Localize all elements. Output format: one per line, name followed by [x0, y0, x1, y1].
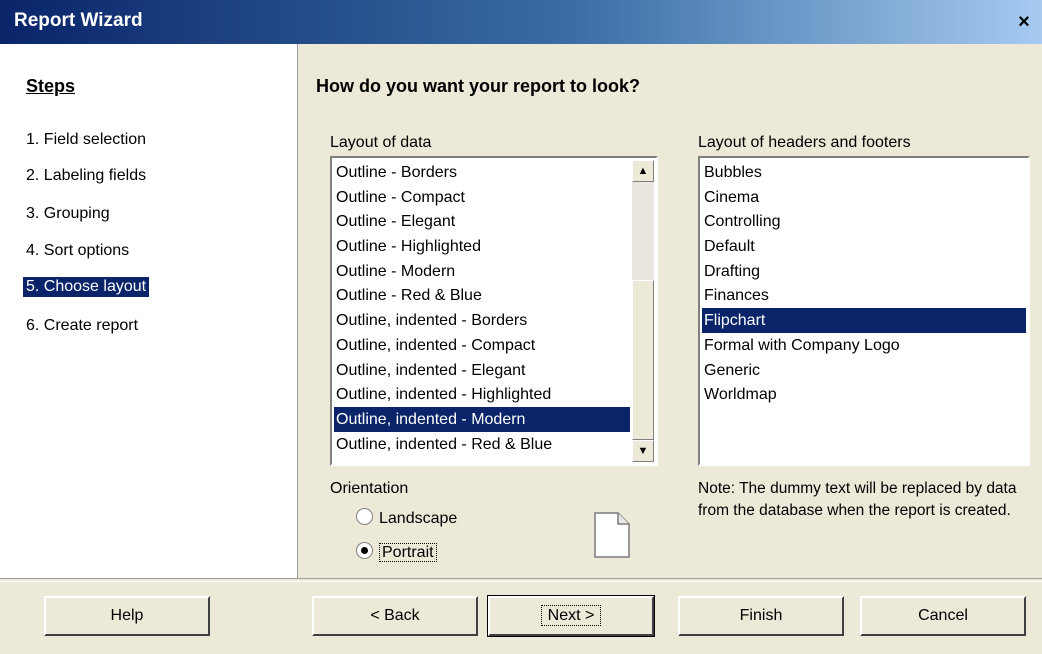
layout-data-label: Layout of data — [330, 134, 432, 151]
list-item[interactable]: Outline, indented - Elegant — [334, 358, 630, 383]
step-choose-layout[interactable]: 5. Choose layout — [23, 277, 150, 297]
list-item[interactable]: Formal with Company Logo — [702, 333, 1026, 358]
step-create-report[interactable]: 6. Create report — [23, 316, 141, 336]
layout-headers-label: Layout of headers and footers — [698, 134, 911, 151]
radio-button-checked[interactable] — [356, 542, 373, 559]
list-item[interactable]: Worldmap — [702, 382, 1026, 407]
list-item[interactable]: Finances — [702, 283, 1026, 308]
title-bar: Report Wizard × — [0, 0, 1042, 44]
next-button[interactable]: Next > — [487, 595, 655, 637]
vertical-scrollbar[interactable]: ▲ ▼ — [632, 160, 654, 462]
cancel-button[interactable]: Cancel — [860, 596, 1026, 636]
scroll-down-icon[interactable]: ▼ — [632, 440, 654, 462]
radio-button[interactable] — [356, 508, 373, 525]
cancel-button-label: Cancel — [918, 607, 968, 624]
list-item[interactable]: Drafting — [702, 259, 1026, 284]
next-button-label: Next > — [540, 605, 602, 626]
back-button[interactable]: < Back — [312, 596, 478, 636]
portrait-label: Portrait — [379, 543, 437, 562]
list-item[interactable]: Outline - Highlighted — [334, 234, 630, 259]
list-item-selected[interactable]: Flipchart — [702, 308, 1026, 333]
list-item[interactable]: Generic — [702, 358, 1026, 383]
note-text: Note: The dummy text will be replaced by… — [698, 480, 1017, 519]
close-icon[interactable]: × — [1014, 12, 1034, 32]
landscape-label: Landscape — [379, 510, 458, 527]
finish-button[interactable]: Finish — [678, 596, 844, 636]
list-item[interactable]: Outline, indented - Highlighted — [334, 382, 630, 407]
list-item[interactable]: Outline, indented - Compact — [334, 333, 630, 358]
list-item[interactable]: Outline, indented - Red & Blue — [334, 432, 630, 457]
finish-button-label: Finish — [739, 607, 783, 624]
portrait-page-icon — [594, 512, 630, 558]
portrait-radio[interactable]: Portrait — [356, 542, 437, 562]
step-sort-options[interactable]: 4. Sort options — [23, 241, 132, 261]
list-item[interactable]: Outline - Borders — [334, 160, 630, 185]
steps-title: Steps — [26, 76, 76, 96]
step-field-selection[interactable]: 1. Field selection — [23, 130, 149, 150]
list-item[interactable]: Cinema — [702, 185, 1026, 210]
list-item[interactable]: Outline - Elegant — [334, 209, 630, 234]
footer-divider — [0, 578, 1042, 582]
help-button[interactable]: Help — [44, 596, 210, 636]
step-labeling-fields[interactable]: 2. Labeling fields — [23, 166, 149, 186]
layout-data-listbox[interactable]: Outline - Borders Outline - Compact Outl… — [330, 156, 658, 466]
scrollbar-thumb[interactable] — [632, 280, 654, 440]
list-item[interactable]: Bubbles — [702, 160, 1026, 185]
list-item[interactable]: Outline, indented - Borders — [334, 308, 630, 333]
layout-headers-listbox[interactable]: Bubbles Cinema Controlling Default Draft… — [698, 156, 1030, 466]
steps-pane: Steps 1. Field selection 2. Labeling fie… — [0, 44, 298, 578]
help-button-label: Help — [110, 607, 144, 624]
orientation-label: Orientation — [330, 480, 409, 497]
list-item[interactable]: Outline - Compact — [334, 185, 630, 210]
scroll-up-icon[interactable]: ▲ — [632, 160, 654, 182]
back-button-label: < Back — [370, 607, 420, 624]
step-grouping[interactable]: 3. Grouping — [23, 204, 113, 224]
window-title: Report Wizard — [14, 10, 143, 31]
list-item[interactable]: Default — [702, 234, 1026, 259]
list-item-selected[interactable]: Outline, indented - Modern — [334, 406, 630, 432]
landscape-radio[interactable]: Landscape — [356, 508, 457, 528]
list-item[interactable]: Outline - Modern — [334, 259, 630, 284]
list-item[interactable]: Outline - Red & Blue — [334, 283, 630, 308]
page-heading: How do you want your report to look? — [316, 76, 640, 96]
list-item[interactable]: Controlling — [702, 209, 1026, 234]
